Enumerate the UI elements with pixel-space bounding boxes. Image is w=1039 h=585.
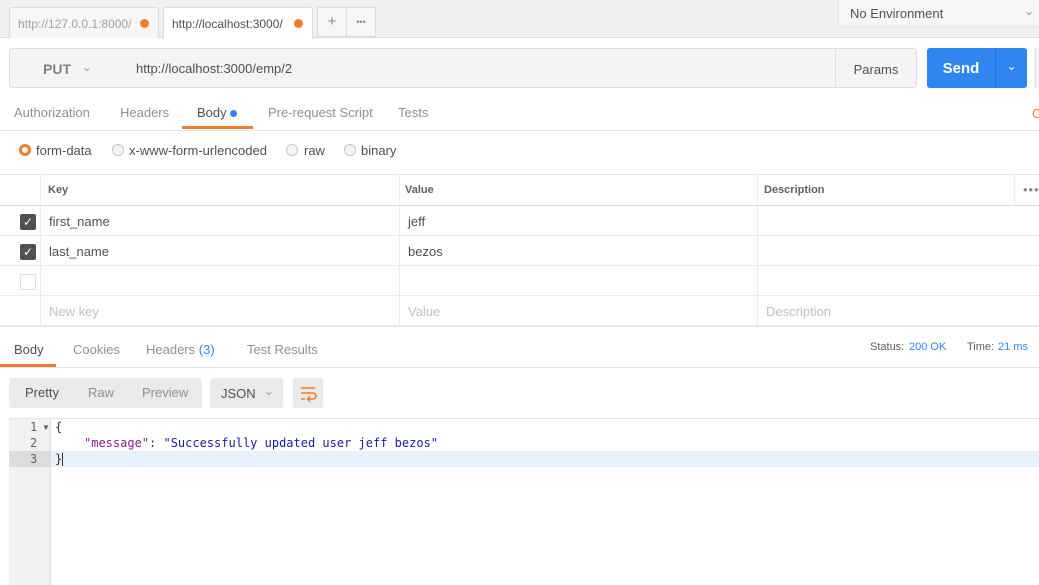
response-tab-cookies[interactable]: Cookies (73, 342, 120, 357)
unsaved-dot-icon (294, 19, 303, 28)
table-header (0, 174, 1039, 206)
table-row-new (0, 296, 1039, 326)
radio-urlencoded[interactable] (112, 144, 124, 156)
column-value: Value (405, 184, 434, 196)
radio-binary[interactable] (344, 144, 356, 156)
save-button-edge[interactable] (1035, 48, 1039, 88)
row-key[interactable]: first_name (49, 214, 110, 229)
response-tab-test-results[interactable]: Test Results (247, 342, 318, 357)
response-tab-headers[interactable]: Headers (3) (146, 342, 215, 357)
headers-count-badge: (3) (198, 342, 215, 357)
params-button[interactable]: Params (835, 48, 917, 88)
new-value-input[interactable]: Value (408, 304, 440, 319)
more-icon: ••• (356, 17, 366, 27)
new-description-input[interactable]: Description (766, 304, 831, 319)
line-number: 3 (30, 452, 38, 466)
code-line-2: "message": "Successfully updated user je… (84, 436, 438, 450)
column-description: Description (764, 184, 825, 196)
fold-arrow-icon[interactable]: ▼ (42, 423, 50, 432)
chevron-down-icon: ⌄ (1006, 59, 1017, 73)
row-key[interactable]: last_name (49, 244, 109, 259)
tab-body[interactable]: Body (197, 105, 227, 120)
row-checkbox[interactable]: ✓ (20, 244, 36, 260)
time-label: Time: (967, 341, 995, 353)
method-label: PUT (43, 61, 71, 77)
status-value: 200 OK (909, 341, 947, 353)
code-line-1: { (55, 420, 63, 434)
time-value: 21 ms (998, 341, 1028, 353)
radio-form-data[interactable] (19, 144, 31, 156)
tab-label: http://localhost:3000/ (172, 17, 283, 31)
wrap-lines-button[interactable] (293, 378, 323, 408)
row-value[interactable]: bezos (408, 244, 443, 259)
cookies-link-edge[interactable]: C (1032, 106, 1039, 121)
row-checkbox[interactable] (20, 274, 36, 290)
format-label: JSON (221, 386, 256, 401)
line-number: 2 (30, 436, 38, 450)
row-value[interactable]: jeff (408, 214, 425, 229)
text-cursor (62, 453, 63, 466)
radio-raw[interactable] (286, 144, 298, 156)
url-input[interactable]: http://localhost:3000/emp/2 (124, 48, 836, 88)
tab-headers[interactable]: Headers (120, 105, 169, 120)
unsaved-dot-icon (140, 19, 149, 28)
tab-localhost[interactable]: http://localhost:3000/ (163, 7, 313, 39)
tab-tests[interactable]: Tests (398, 105, 428, 120)
response-tab-headers-label: Headers (146, 342, 196, 357)
new-tab-button[interactable]: + (317, 7, 347, 37)
radio-label-raw[interactable]: raw (304, 143, 325, 158)
column-key: Key (48, 184, 69, 196)
radio-label-form-data[interactable]: form-data (36, 143, 92, 158)
radio-label-binary[interactable]: binary (361, 143, 396, 158)
chevron-down-icon: ⌄ (1023, 4, 1034, 18)
json-value: "Successfully updated user jeff bezos" (163, 436, 439, 450)
method-select[interactable]: PUT ⌄ (9, 48, 125, 88)
send-options-button[interactable]: ⌄ (995, 48, 1027, 88)
json-key: "message" (84, 436, 150, 450)
tab-label: http://127.0.0.1:8000/ (18, 17, 132, 31)
status-label: Status: (870, 341, 905, 353)
environment-select[interactable]: No Environment ⌄ (838, 0, 1039, 27)
row-checkbox[interactable]: ✓ (20, 214, 36, 230)
table-row (0, 236, 1039, 266)
view-raw-button[interactable]: Raw (88, 385, 114, 400)
active-tab-indicator (182, 126, 253, 129)
active-line-highlight (9, 451, 1039, 467)
format-select[interactable]: JSON ⌄ (210, 378, 283, 408)
body-modified-dot-icon (230, 110, 237, 117)
send-button[interactable]: Send (927, 48, 995, 88)
environment-label: No Environment (850, 6, 944, 21)
url-value: http://localhost:3000/emp/2 (136, 61, 293, 76)
tab-options-button[interactable]: ••• (346, 7, 376, 37)
wrap-lines-icon (301, 387, 317, 403)
chevron-down-icon: ⌄ (263, 384, 274, 398)
radio-label-urlencoded[interactable]: x-www-form-urlencoded (129, 143, 267, 158)
tab-pre-request-script[interactable]: Pre-request Script (268, 105, 373, 120)
chevron-down-icon: ⌄ (82, 60, 93, 74)
plus-icon: + (327, 13, 337, 30)
send-label: Send (942, 60, 980, 77)
table-row (0, 266, 1039, 296)
table-row (0, 206, 1039, 236)
line-number: 1 (30, 420, 38, 434)
params-label: Params (853, 62, 899, 77)
table-options-icon[interactable]: ••• (1023, 182, 1039, 197)
active-tab-indicator (0, 364, 56, 367)
column-divider (1014, 175, 1015, 206)
new-key-input[interactable]: New key (49, 304, 99, 319)
tab-127-0-0-1[interactable]: http://127.0.0.1:8000/ (9, 7, 159, 38)
json-colon: : (149, 436, 164, 450)
response-tab-body[interactable]: Body (14, 342, 44, 357)
view-preview-button[interactable]: Preview (142, 385, 188, 400)
view-pretty-button[interactable]: Pretty (25, 385, 59, 400)
tab-authorization[interactable]: Authorization (14, 105, 90, 120)
